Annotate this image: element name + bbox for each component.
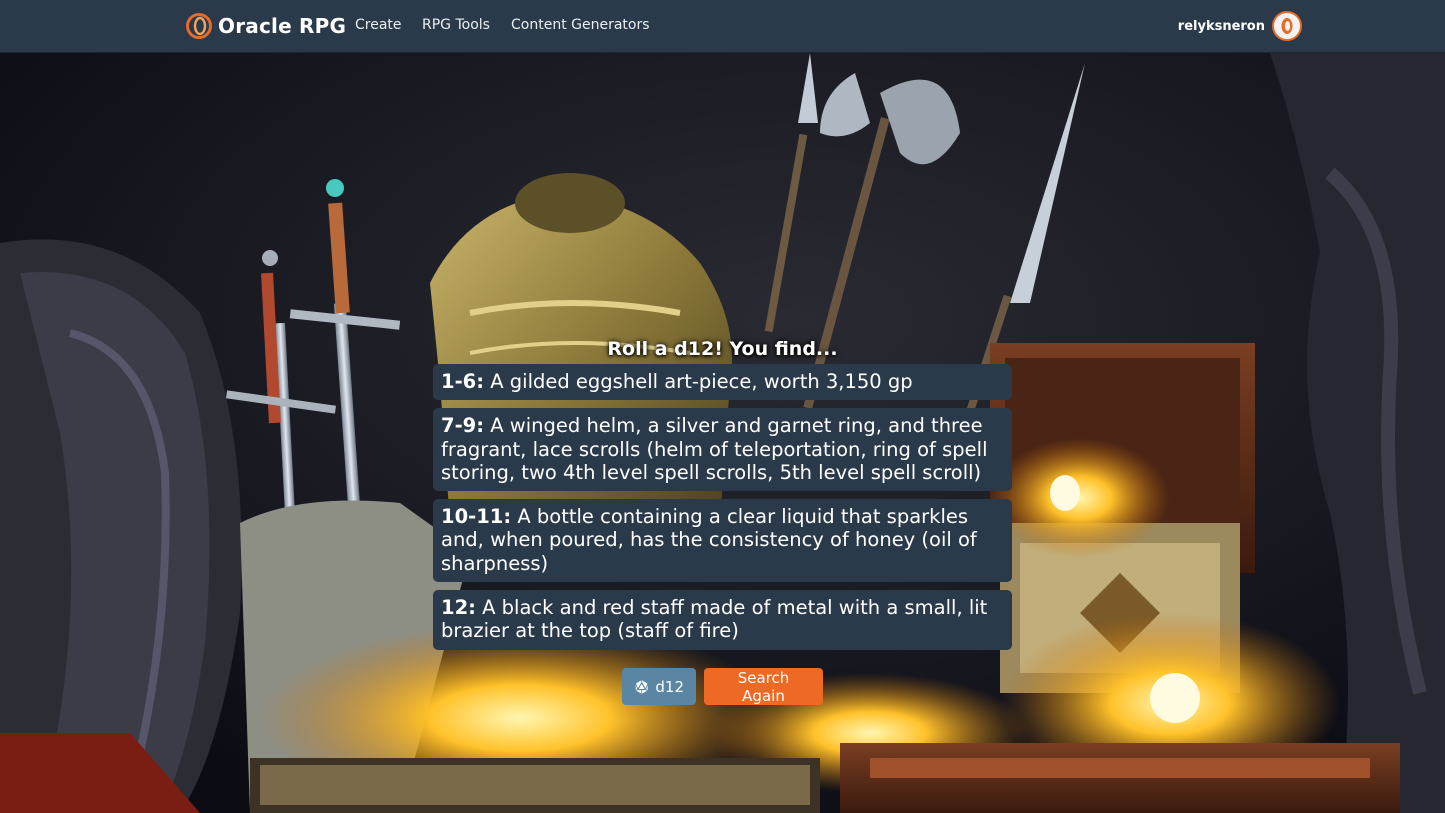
user-avatar-icon (1281, 18, 1293, 34)
entry-range: 12: (441, 596, 476, 620)
username[interactable]: relyksneron (1178, 19, 1265, 34)
top-navbar: Oracle RPG Create RPG Tools Content Gene… (0, 0, 1445, 53)
entry-range: 10-11: (441, 505, 512, 529)
search-again-button[interactable]: Search Again (704, 668, 823, 705)
oracle-logo-icon (186, 13, 212, 39)
result-entry-1-6: 1-6: A gilded eggshell art-piece, worth … (433, 364, 1012, 401)
action-buttons: d12 Search Again (622, 668, 823, 705)
entry-range: 7-9: (441, 414, 485, 438)
entry-text: A bottle containing a clear liquid that … (441, 505, 977, 575)
entry-text: A winged helm, a silver and garnet ring,… (441, 414, 988, 484)
brand-link[interactable]: Oracle RPG (186, 12, 346, 40)
nav-link-rpg-tools[interactable]: RPG Tools (422, 17, 490, 33)
entry-text: A gilded eggshell art-piece, worth 3,150… (484, 370, 913, 393)
roll-die-button[interactable]: d12 (622, 668, 696, 705)
nav-link-content-generators[interactable]: Content Generators (511, 17, 650, 33)
result-entry-12: 12: A black and red staff made of metal … (433, 590, 1012, 650)
entry-text: A black and red staff made of metal with… (441, 596, 988, 643)
d20-die-icon (635, 679, 649, 694)
roll-result-panel: Roll a d12! You find... 1-6: A gilded eg… (433, 334, 1012, 658)
brand-name: Oracle RPG (218, 14, 347, 38)
avatar[interactable] (1272, 11, 1302, 41)
nav-link-create[interactable]: Create (355, 17, 402, 33)
result-entry-10-11: 10-11: A bottle containing a clear liqui… (433, 499, 1012, 583)
die-label: d12 (655, 677, 684, 696)
user-menu[interactable]: relyksneron (1178, 11, 1302, 41)
entry-range: 1-6: (441, 370, 485, 393)
roll-heading: Roll a d12! You find... (607, 338, 838, 360)
result-entry-7-9: 7-9: A winged helm, a silver and garnet … (433, 408, 1012, 492)
